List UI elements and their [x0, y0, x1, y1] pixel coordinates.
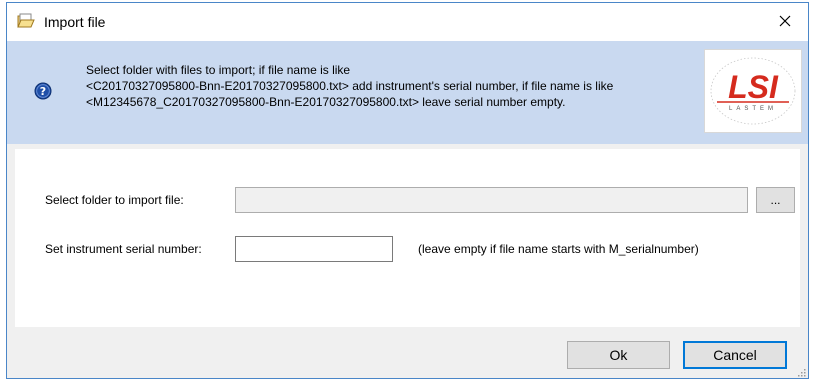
cancel-button[interactable]: Cancel [683, 341, 787, 369]
browse-folder-button[interactable]: ... [756, 187, 795, 213]
close-icon [779, 15, 791, 30]
folder-open-icon [17, 13, 35, 29]
title-bar[interactable]: Import file [7, 3, 808, 41]
instruction-line: <C20170327095800-Bnn-E20170327095800.txt… [86, 79, 614, 93]
info-header: ? Select folder with files to import; if… [7, 41, 808, 144]
ok-button[interactable]: Ok [567, 341, 670, 369]
serial-number-input[interactable] [235, 236, 393, 262]
instruction-line: Select folder with files to import; if f… [86, 63, 351, 77]
dialog-title: Import file [44, 14, 106, 30]
serial-label: Set instrument serial number: [45, 242, 202, 256]
instruction-line: <M12345678_C20170327095800-Bnn-E20170327… [86, 95, 566, 109]
folder-path-input[interactable] [235, 187, 748, 213]
close-button[interactable] [762, 3, 808, 41]
resize-grip-icon[interactable] [796, 366, 806, 377]
question-mark-icon: ? [34, 82, 52, 100]
logo-mark: LSI [728, 69, 779, 105]
import-file-dialog: Import file ? Select folder with files t… [6, 2, 809, 379]
logo-subtext: LASTEM [729, 106, 777, 112]
form-panel: Select folder to import file: ... Set in… [15, 149, 800, 327]
lsi-lastem-logo: LSI LASTEM [704, 49, 802, 133]
instructions-text: Select folder with files to import; if f… [86, 62, 706, 110]
svg-text:?: ? [40, 85, 46, 98]
serial-hint: (leave empty if file name starts with M_… [418, 242, 699, 256]
folder-label: Select folder to import file: [45, 193, 184, 207]
